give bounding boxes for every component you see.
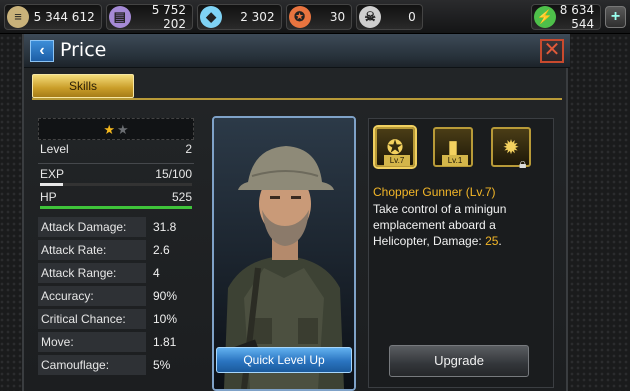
resource-oil-value: 5 752 202 [151,2,187,31]
resource-energy-value: 8 634 544 [559,2,595,31]
add-resource-button[interactable]: + [605,5,626,28]
quick-level-up-button[interactable]: Quick Level Up [216,347,352,373]
stat-row-attack-damage: Attack Damage: 31.8 [38,217,194,237]
exp-bar [40,183,192,186]
stat-label: Move: [38,332,146,352]
skill-slot-bullet[interactable]: ▮ Lv.1 [433,127,473,167]
resource-bar: ≡ 5 344 612 ▤ 5 752 202 ◆ 2 302 ✪ 30 ☠ 0… [0,0,630,34]
gold-bars-icon: ≡ [7,5,29,28]
stat-value: 90% [153,289,178,303]
stat-label: Attack Rate: [38,240,146,260]
skill-damage-value: 25 [485,234,499,248]
back-button[interactable]: ‹ [30,40,54,62]
skill-slot-chopper-gunner[interactable]: ✪ Lv.7 [375,127,415,167]
hp-label: HP [40,190,57,204]
resource-skull-value: 0 [408,9,416,24]
medal-icon: ✪ [288,5,311,28]
stat-row-accuracy: Accuracy: 90% [38,286,194,306]
level-value: 2 [185,142,192,156]
skill-level-badge: Lv.1 [442,155,468,166]
hero-panel: ‹ Price ✕ Skills ★ ★ Level 2 EXP 15/100 … [22,34,570,391]
green-energy-icon: ⚡ [533,5,556,28]
level-row: Level 2 [38,140,194,160]
hp-bar-fill [40,206,192,209]
skill-description-end: . [498,234,502,248]
close-button[interactable]: ✕ [540,39,564,63]
stat-label: Accuracy: [38,286,146,306]
skill-description: Take control of a minigun emplacement ab… [373,201,551,249]
star-empty-icon: ★ [117,121,129,137]
stat-value: 10% [153,312,178,326]
resource-gold[interactable]: ≡ 5 344 612 [4,3,102,30]
divider [38,163,194,164]
stat-value: 31.8 [153,220,177,234]
hp-bar [40,206,192,209]
oil-barrel-icon: ▤ [108,5,131,28]
stat-row-camouflage: Camouflage: 5% [38,355,194,375]
exp-label: EXP [40,167,65,181]
skill-icons-row: ✪ Lv.7 ▮ Lv.1 ✹ 🔒︎ [375,127,531,171]
resource-medal-value: 30 [329,9,346,24]
exp-row: EXP 15/100 [38,167,194,183]
star-filled-icon: ★ [103,121,115,137]
skill-level-badge: Lv.7 [384,155,410,166]
stat-value: 1.81 [153,335,177,349]
stat-label: Attack Range: [38,263,146,283]
plus-icon: + [610,7,621,25]
exp-value: 15/100 [155,167,192,181]
resource-oil[interactable]: ▤ 5 752 202 [105,2,194,31]
tab-skills[interactable]: Skills [32,74,134,98]
stats-column: ★ ★ Level 2 EXP 15/100 HP 525 Attack Dam… [38,118,194,390]
resource-diamond-value: 2 302 [240,9,275,24]
stat-row-move: Move: 1.81 [38,332,194,352]
stat-row-attack-range: Attack Range: 4 [38,263,194,283]
hp-value: 525 [171,190,192,204]
skill-slot-locked[interactable]: ✹ 🔒︎ [491,127,531,171]
page-title: Price [60,39,107,61]
stat-value: 5% [153,358,171,372]
panel-header: ‹ Price ✕ [24,34,570,68]
diamond-icon: ◆ [200,5,223,28]
resource-medal[interactable]: ✪ 30 [285,3,353,30]
stat-label: Critical Chance: [38,309,146,329]
stat-label: Camouflage: [38,355,146,375]
hp-row: HP 525 [38,190,194,206]
skill-name: Chopper Gunner (Lv.7) [373,185,496,199]
resource-skull[interactable]: ☠ 0 [356,3,423,30]
close-icon: ✕ [543,39,561,61]
chevron-left-icon: ‹ [39,42,45,59]
exp-bar-fill [40,183,63,186]
sun-emblem-icon: ✹ [502,136,520,159]
resource-energy[interactable]: ⚡ 8 634 544 [530,2,602,31]
stat-row-critical-chance: Critical Chance: 10% [38,309,194,329]
tab-underline [32,98,562,100]
stat-value: 2.6 [153,243,170,257]
resource-diamond[interactable]: ◆ 2 302 [197,3,282,30]
stat-value: 4 [153,266,160,280]
skill-panel: ✪ Lv.7 ▮ Lv.1 ✹ 🔒︎ Chopper Gunner (Lv.7)… [368,118,554,388]
lock-icon: 🔒︎ [519,155,527,171]
resource-gold-value: 5 344 612 [33,9,95,24]
level-label: Level [40,142,69,156]
upgrade-button[interactable]: Upgrade [389,345,529,377]
skull-token-icon: ☠ [359,5,382,28]
stat-row-attack-rate: Attack Rate: 2.6 [38,240,194,260]
stat-label: Attack Damage: [38,217,146,237]
star-rating: ★ ★ [38,118,194,140]
